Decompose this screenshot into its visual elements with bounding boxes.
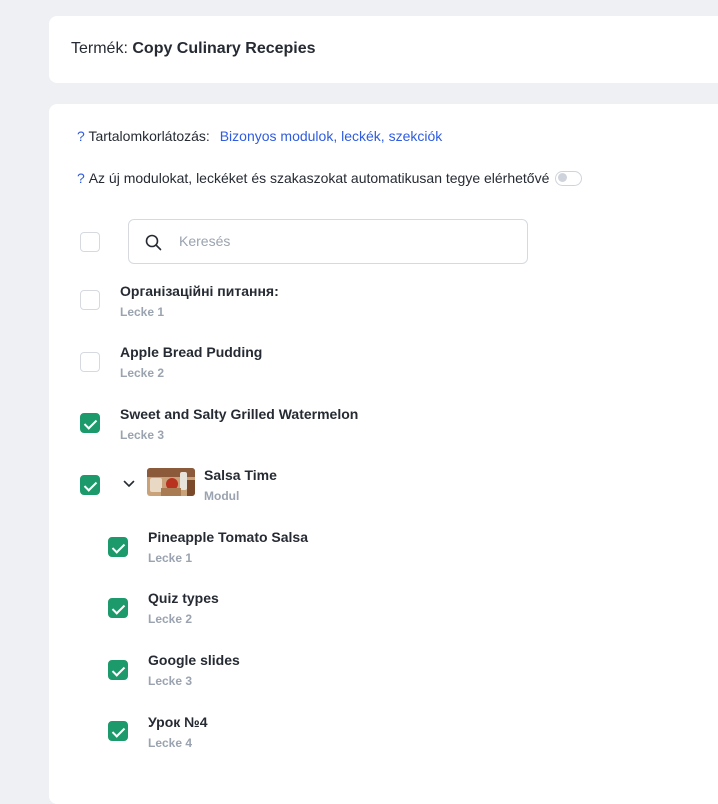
item-subtitle: Lecke 1 [120, 305, 165, 319]
item-subtitle: Lecke 3 [120, 428, 165, 442]
lesson-title: Google slides [148, 652, 240, 668]
help-icon[interactable]: ? [77, 170, 85, 186]
lesson-subtitle: Lecke 4 [148, 736, 193, 750]
module-checkbox[interactable] [80, 475, 100, 495]
restriction-value-link[interactable]: Bizonyos modulok, leckék, szekciók [220, 128, 443, 144]
lesson-checkbox[interactable] [108, 537, 128, 557]
lesson-checkbox[interactable] [108, 598, 128, 618]
item-checkbox[interactable] [80, 413, 100, 433]
restriction-label: Tartalomkorlátozás: [88, 128, 210, 144]
item-title: Apple Bread Pudding [120, 344, 263, 360]
content-access-card: ? Tartalomkorlátozás: Bizonyos modulok, … [49, 104, 718, 804]
lesson-title: Quiz types [148, 590, 219, 606]
select-all-checkbox[interactable] [80, 232, 100, 252]
lesson-checkbox[interactable] [108, 721, 128, 741]
product-label: Termék: [71, 40, 128, 57]
search-input[interactable] [177, 232, 501, 250]
content-restriction-row: ? Tartalomkorlátozás: Bizonyos modulok, … [77, 128, 442, 144]
product-line: Termék: Copy Culinary Recepies [71, 40, 316, 58]
item-title: Sweet and Salty Grilled Watermelon [120, 406, 359, 422]
item-checkbox[interactable] [80, 290, 100, 310]
search-icon [145, 234, 162, 251]
module-thumbnail [147, 468, 195, 496]
auto-access-label: Az új modulokat, leckéket és szakaszokat… [88, 170, 550, 186]
module-title: Salsa Time [204, 467, 277, 483]
lesson-subtitle: Lecke 3 [148, 674, 193, 688]
lesson-title: Pineapple Tomato Salsa [148, 529, 309, 545]
toggle-knob [558, 173, 568, 182]
help-icon[interactable]: ? [77, 128, 85, 144]
auto-access-row: ? Az új modulokat, leckéket és szakaszok… [77, 170, 583, 186]
lesson-checkbox[interactable] [108, 660, 128, 680]
product-name: Copy Culinary Recepies [132, 40, 316, 57]
chevron-down-icon[interactable] [123, 480, 135, 488]
item-title: Організаційні питання: [120, 283, 279, 299]
lesson-subtitle: Lecke 2 [148, 612, 193, 626]
module-subtitle: Modul [204, 489, 240, 503]
lesson-title: Урок №4 [148, 714, 208, 730]
item-checkbox[interactable] [80, 352, 100, 372]
lesson-subtitle: Lecke 1 [148, 551, 193, 565]
auto-access-toggle[interactable] [555, 170, 583, 186]
item-subtitle: Lecke 2 [120, 366, 165, 380]
product-card: Termék: Copy Culinary Recepies [49, 16, 718, 83]
search-box[interactable] [128, 219, 528, 264]
